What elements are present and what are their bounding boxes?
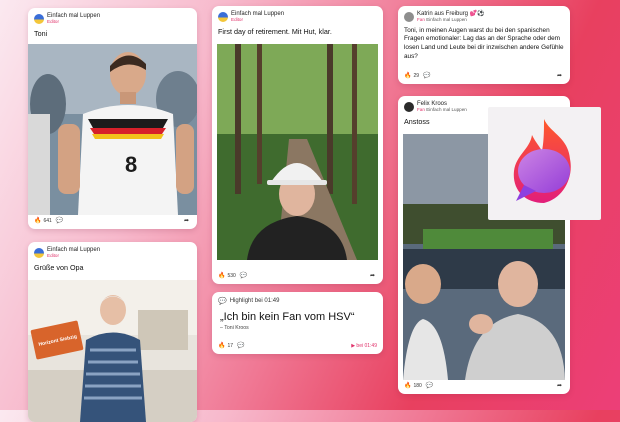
timestamp-link[interactable]: ▶ bei 01:49 — [351, 343, 377, 349]
post-footer: 🔥 641 💬 ➦ — [34, 217, 191, 225]
like-count: 17 — [227, 343, 234, 349]
flame-icon[interactable]: 🔥 — [404, 383, 411, 389]
quote-author: – Toni Kroos — [220, 325, 249, 331]
author-role: Editor — [47, 19, 60, 24]
post-card[interactable]: Katrin aus Freiburg 💕⚽ Fan Einfach mal L… — [398, 6, 570, 84]
post-text: Grüße von Opa — [34, 262, 84, 272]
flame-chat-logo-icon — [513, 119, 571, 203]
author-role: Fan Einfach mal Luppen — [417, 107, 467, 112]
highlight-footer: 🔥 17 💬 ▶ bei 01:49 — [218, 342, 377, 350]
post-photo[interactable]: Horizont Siebzig — [28, 280, 197, 422]
flame-icon[interactable]: 🔥 — [218, 273, 225, 279]
speech-bubble-icon[interactable]: 💬 — [56, 218, 63, 224]
highlight-label: Highlight bei 01:49 — [229, 298, 280, 304]
speech-bubble-icon[interactable]: 💬 — [423, 73, 430, 79]
flame-icon[interactable]: 🔥 — [404, 73, 411, 79]
share-arrow-icon[interactable]: ➦ — [557, 383, 562, 389]
highlight-header: 💬 Highlight bei 01:49 — [212, 292, 383, 305]
flame-icon[interactable]: 🔥 — [218, 343, 225, 349]
app-logo — [488, 107, 601, 220]
post-header: Einfach mal Luppen Editor — [28, 242, 197, 259]
like-count: 641 — [43, 218, 52, 224]
speech-bubble-icon[interactable]: 💬 — [240, 273, 247, 279]
post-text: First day of retirement. Mit Hut, klar. — [218, 26, 332, 36]
post-photo[interactable] — [217, 44, 378, 260]
avatar[interactable] — [34, 13, 44, 24]
author-role: Fan Einfach mal Luppen — [417, 17, 467, 22]
post-text: Toni, in meinen Augen warst du bei den s… — [404, 26, 564, 60]
post-header: Katrin aus Freiburg 💕⚽ Fan Einfach mal L… — [398, 6, 570, 23]
author-role: Editor — [47, 253, 60, 258]
highlight-quote: „Ich bin kein Fan vom HSV“ — [220, 311, 355, 323]
post-footer: 🔥 29 💬 ➦ — [404, 72, 564, 80]
post-header: Einfach mal Luppen Editor — [212, 6, 383, 23]
avatar[interactable] — [404, 11, 414, 22]
post-text: Toni — [34, 28, 48, 38]
avatar[interactable] — [34, 247, 44, 258]
post-card[interactable]: Einfach mal Luppen Editor Toni 8 🔥 641 💬… — [28, 8, 197, 229]
post-photo[interactable]: 8 — [28, 44, 197, 215]
share-arrow-icon[interactable]: ➦ — [184, 218, 189, 224]
speech-bubble-icon[interactable]: 💬 — [237, 343, 244, 349]
post-header: Einfach mal Luppen Editor — [28, 8, 197, 25]
post-card[interactable]: Einfach mal Luppen Editor Grüße von Opa … — [28, 242, 197, 422]
avatar[interactable] — [404, 101, 414, 112]
share-arrow-icon[interactable]: ➦ — [557, 73, 562, 79]
like-count: 29 — [413, 73, 420, 79]
like-count: 530 — [227, 273, 236, 279]
author-emoji: 💕⚽ — [469, 11, 485, 17]
author-role: Editor — [231, 17, 244, 22]
post-footer: 🔥 180 💬 ➦ — [404, 382, 564, 390]
svg-text:8: 8 — [125, 152, 137, 177]
highlight-card[interactable]: 💬 Highlight bei 01:49 „Ich bin kein Fan … — [212, 292, 383, 354]
speech-bubble-icon[interactable]: 💬 — [426, 383, 433, 389]
avatar[interactable] — [218, 11, 228, 22]
speech-bubble-icon: 💬 — [218, 298, 227, 305]
post-footer: 🔥 530 💬 ➦ — [218, 272, 377, 280]
flame-icon[interactable]: 🔥 — [34, 218, 41, 224]
share-arrow-icon[interactable]: ➦ — [370, 273, 375, 279]
post-card[interactable]: Einfach mal Luppen Editor First day of r… — [212, 6, 383, 284]
like-count: 180 — [413, 383, 422, 389]
